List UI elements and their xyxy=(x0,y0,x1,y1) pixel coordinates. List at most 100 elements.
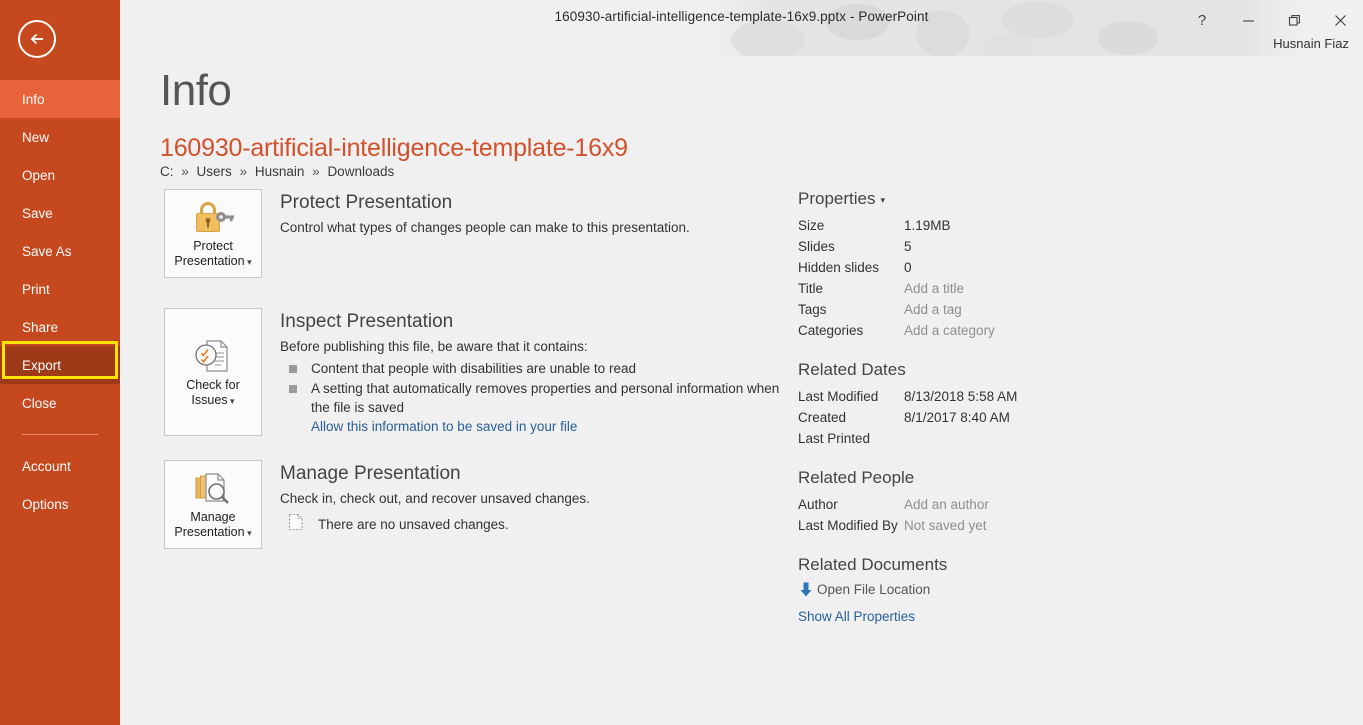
categories-field[interactable]: Add a category xyxy=(904,320,995,341)
author-field[interactable]: Add an author xyxy=(904,494,989,515)
date-key: Created xyxy=(798,410,847,425)
people-key: Author xyxy=(798,497,838,512)
file-name: 160930-artificial-intelligence-template-… xyxy=(160,134,628,162)
title-field[interactable]: Add a title xyxy=(904,278,964,299)
chevron-down-icon: ▾ xyxy=(227,395,235,406)
list-item: A setting that automatically removes pro… xyxy=(280,379,784,417)
sidebar-item-info[interactable]: Info xyxy=(0,80,120,118)
people-row-last-modified-by: Last Modified By Not saved yet xyxy=(798,515,1148,536)
related-people-heading-label: Related People xyxy=(798,468,915,487)
button-label-line1: Manage xyxy=(190,510,236,524)
inspect-issue-list: Content that people with disabilities ar… xyxy=(280,359,784,436)
button-label-line1: Protect xyxy=(193,239,233,253)
restore-icon[interactable] xyxy=(1271,3,1317,37)
date-row-created: Created 8/1/2017 8:40 AM xyxy=(798,407,1148,428)
powerpoint-backstage-info-screen: 160930-artificial-intelligence-template-… xyxy=(0,0,1363,725)
back-arrow-icon[interactable] xyxy=(18,20,56,58)
properties-heading[interactable]: Properties ▾ xyxy=(798,189,1148,209)
date-key: Last Modified xyxy=(798,389,879,404)
breadcrumb: C: » Users » Husnain » Downloads xyxy=(160,164,394,179)
property-row-title: Title Add a title xyxy=(798,278,1148,299)
property-key: Tags xyxy=(798,302,827,317)
close-icon[interactable] xyxy=(1317,3,1363,37)
open-file-location-link[interactable]: Open File Location xyxy=(798,581,1148,598)
page-title: Info xyxy=(160,66,232,115)
sidebar-item-close[interactable]: Close xyxy=(0,384,120,422)
manage-presentation-description: Check in, check out, and recover unsaved… xyxy=(280,491,590,506)
window-title: 160930-artificial-intelligence-template-… xyxy=(554,9,929,24)
date-value: 8/1/2017 8:40 AM xyxy=(904,410,1010,425)
padlock-key-icon xyxy=(191,198,235,236)
breadcrumb-segment-downloads[interactable]: Downloads xyxy=(327,164,394,179)
sidebar-item-export[interactable]: Export xyxy=(0,346,120,384)
sidebar-item-label: Print xyxy=(22,281,50,297)
check-for-issues-button-label: Check for Issues ▾ xyxy=(186,378,240,409)
sidebar-item-label: Save As xyxy=(22,243,72,259)
sidebar-item-account[interactable]: Account xyxy=(0,447,120,485)
breadcrumb-separator: » xyxy=(312,164,320,179)
chevron-down-icon[interactable]: ▾ xyxy=(880,195,885,206)
window-controls: ? xyxy=(1179,0,1363,40)
property-row-size: Size 1.19MB xyxy=(798,215,1148,236)
sidebar-item-options[interactable]: Options xyxy=(0,485,120,523)
unsaved-changes-text: There are no unsaved changes. xyxy=(318,517,509,532)
breadcrumb-segment-users[interactable]: Users xyxy=(197,164,232,179)
sidebar-item-open[interactable]: Open xyxy=(0,156,120,194)
show-all-properties-link[interactable]: Show All Properties xyxy=(798,609,915,624)
inspect-presentation-section: Check for Issues ▾ Inspect Presentation … xyxy=(164,308,784,436)
related-dates-heading-label: Related Dates xyxy=(798,360,906,379)
property-key: Categories xyxy=(798,323,864,338)
issue-text: Content that people with disabilities ar… xyxy=(311,361,636,376)
related-dates-heading: Related Dates xyxy=(798,360,1148,380)
property-key: Title xyxy=(798,281,824,296)
sidebar-nav-lower: Account Options xyxy=(0,447,120,523)
people-key: Last Modified By xyxy=(798,518,898,533)
sidebar-item-share[interactable]: Share xyxy=(0,308,120,346)
allow-information-saved-link[interactable]: Allow this information to be saved in yo… xyxy=(311,419,577,434)
breadcrumb-segment-husnain[interactable]: Husnain xyxy=(255,164,305,179)
sidebar-item-label: Export xyxy=(22,357,62,373)
sidebar-item-label: Options xyxy=(22,496,69,512)
documents-magnifier-icon xyxy=(191,469,235,507)
bullet-square-icon xyxy=(289,365,297,373)
protect-presentation-body: Protect Presentation Control what types … xyxy=(280,189,784,278)
sidebar-item-save[interactable]: Save xyxy=(0,194,120,232)
minimize-icon[interactable] xyxy=(1225,3,1271,37)
sidebar-item-save-as[interactable]: Save As xyxy=(0,232,120,270)
last-modified-by-value: Not saved yet xyxy=(904,518,987,533)
breadcrumb-segment-drive[interactable]: C: xyxy=(160,164,174,179)
button-label-line2: Issues xyxy=(191,392,228,407)
check-for-issues-button[interactable]: Check for Issues ▾ xyxy=(164,308,262,436)
date-row-last-modified: Last Modified 8/13/2018 5:58 AM xyxy=(798,386,1148,407)
sidebar-item-label: Info xyxy=(22,91,45,107)
protect-presentation-section: Protect Presentation ▾ Protect Presentat… xyxy=(164,189,784,278)
backstage-sidebar: Info New Open Save Save As Print Share E… xyxy=(0,0,120,725)
breadcrumb-separator: » xyxy=(239,164,248,179)
sidebar-item-label: Account xyxy=(22,458,71,474)
sidebar-item-label: Close xyxy=(22,395,57,411)
related-documents-heading-label: Related Documents xyxy=(798,555,948,574)
tags-field[interactable]: Add a tag xyxy=(904,299,962,320)
protect-presentation-description: Control what types of changes people can… xyxy=(280,220,690,235)
help-icon[interactable]: ? xyxy=(1179,3,1225,37)
property-row-hidden-slides: Hidden slides 0 xyxy=(798,257,1148,278)
button-label-line2: Presentation xyxy=(174,525,245,539)
button-label-line2: Presentation xyxy=(174,254,245,268)
manage-presentation-title: Manage Presentation xyxy=(280,463,461,484)
bullet-square-icon xyxy=(289,385,297,393)
open-file-location-label: Open File Location xyxy=(817,582,931,597)
inspect-presentation-description: Before publishing this file, be aware th… xyxy=(280,339,588,354)
property-key: Hidden slides xyxy=(798,260,880,275)
manage-presentation-button[interactable]: Manage Presentation ▾ xyxy=(164,460,262,549)
protect-presentation-button[interactable]: Protect Presentation ▾ xyxy=(164,189,262,278)
sidebar-divider xyxy=(22,434,98,435)
related-people-heading: Related People xyxy=(798,468,1148,488)
property-key: Slides xyxy=(798,239,835,254)
property-value: 1.19MB xyxy=(904,218,951,233)
property-value: 5 xyxy=(904,239,912,254)
list-item: Content that people with disabilities ar… xyxy=(280,359,784,378)
sidebar-item-new[interactable]: New xyxy=(0,118,120,156)
sidebar-item-print[interactable]: Print xyxy=(0,270,120,308)
user-account-name[interactable]: Husnain Fiaz xyxy=(1273,36,1349,51)
sidebar-item-label: Share xyxy=(22,319,59,335)
